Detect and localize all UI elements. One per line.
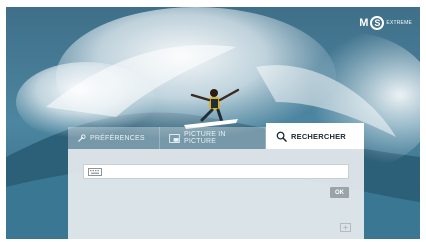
search-input[interactable] — [102, 166, 346, 177]
tab-picture-in-picture-label: PICTURE IN PICTURE — [184, 131, 226, 145]
menu-tab-bar: PRÉFÉRENCES PICTURE IN PICTURE RECHERCHE… — [68, 123, 364, 149]
logo-mark: M — [359, 17, 369, 29]
wrench-icon — [77, 133, 86, 143]
tab-search[interactable]: RECHERCHER — [266, 123, 364, 149]
search-icon — [276, 131, 287, 142]
logo-subtitle: EXTREME — [386, 20, 412, 26]
logo-circle-mark: S — [370, 16, 385, 30]
search-field[interactable] — [83, 164, 349, 179]
tab-preferences-label: PRÉFÉRENCES — [90, 134, 145, 142]
tab-search-label: RECHERCHER — [291, 131, 346, 141]
pip-icon — [169, 133, 180, 143]
video-player-screen[interactable]: M S EXTREME PRÉFÉRENCES PICTURE IN PICTU… — [6, 7, 420, 239]
tab-picture-in-picture[interactable]: PICTURE IN PICTURE — [160, 127, 266, 149]
expand-icon[interactable] — [340, 219, 351, 237]
keyboard-icon[interactable] — [88, 163, 102, 181]
ok-button[interactable]: OK — [330, 187, 349, 198]
brand-logo: M S EXTREME — [359, 15, 412, 31]
tab-preferences[interactable]: PRÉFÉRENCES — [68, 127, 160, 149]
search-panel: OK — [68, 149, 364, 239]
